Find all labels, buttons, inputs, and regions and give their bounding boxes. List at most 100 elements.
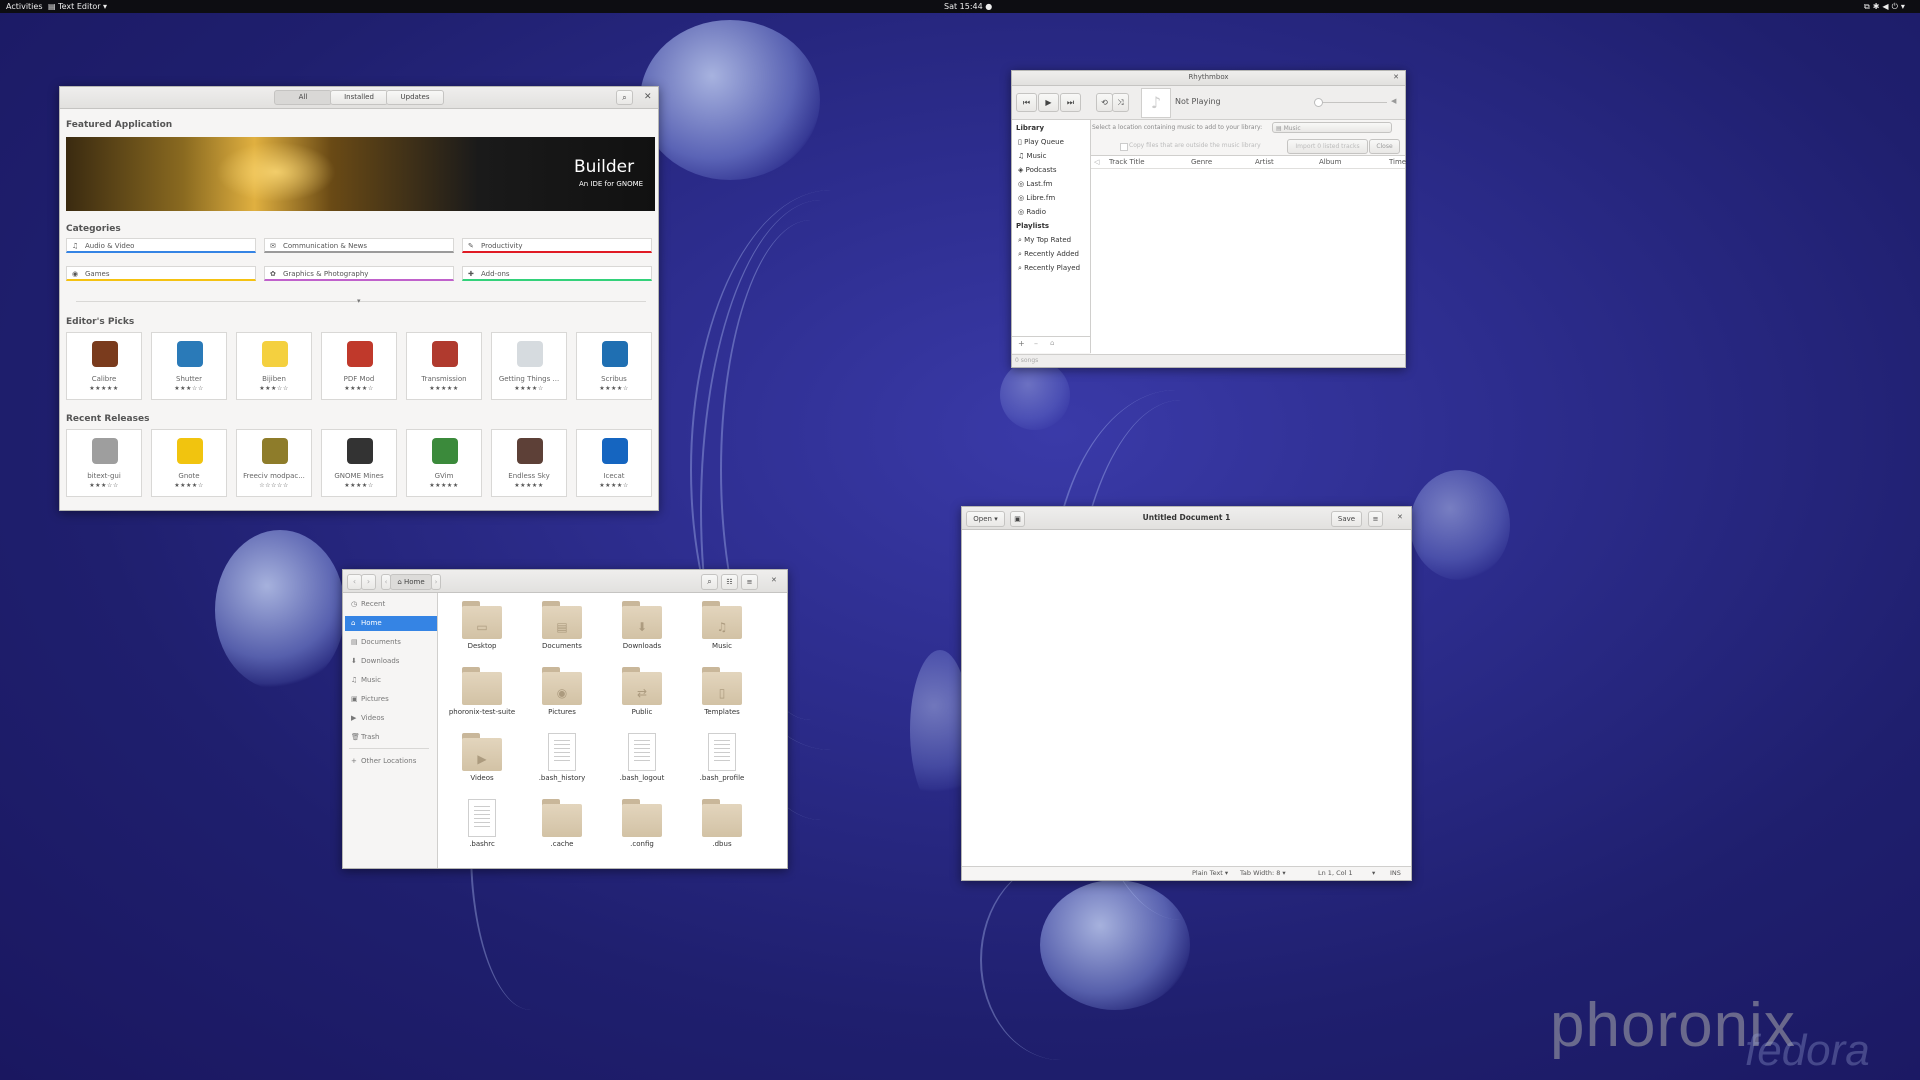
playlist-options-button[interactable]: ⌂ xyxy=(1050,339,1054,347)
previous-button[interactable]: ⏮ xyxy=(1016,93,1037,112)
file-item[interactable]: .config xyxy=(602,799,682,855)
close-import-button[interactable]: Close xyxy=(1369,139,1400,154)
position-chevron-icon[interactable]: ▾ xyxy=(1372,867,1375,880)
tab-installed[interactable]: Installed xyxy=(330,90,388,105)
file-item[interactable]: ◉ Pictures xyxy=(522,667,602,723)
category-4[interactable]: ◉ Games xyxy=(66,266,256,281)
file-item[interactable]: .bash_profile xyxy=(682,733,762,789)
file-item[interactable]: phoronix-test-suite xyxy=(442,667,522,723)
file-item[interactable]: .dbus xyxy=(682,799,762,855)
app-tile[interactable]: Calibre ★★★★★ xyxy=(66,332,142,400)
remove-playlist-button[interactable]: – xyxy=(1034,339,1038,348)
app-tile[interactable]: Gnote ★★★★☆ xyxy=(151,429,227,497)
playlist-item[interactable]: ⌕ Recently Added xyxy=(1018,250,1079,259)
sidebar-item-videos[interactable]: ▶ Videos xyxy=(345,711,437,726)
next-button[interactable]: ⏭ xyxy=(1060,93,1081,112)
seek-slider[interactable] xyxy=(1317,102,1387,103)
app-tile[interactable]: Shutter ★★★☆☆ xyxy=(151,332,227,400)
close-icon[interactable]: ✕ xyxy=(1393,73,1399,81)
library-item[interactable]: ◎ Radio xyxy=(1018,208,1046,216)
category-6[interactable]: ✚ Add-ons xyxy=(462,266,652,281)
category-1[interactable]: ♫ Audio & Video xyxy=(66,238,256,253)
library-item[interactable]: ◎ Libre.fm xyxy=(1018,194,1055,202)
cursor-position[interactable]: Ln 1, Col 1 xyxy=(1318,867,1353,880)
file-item[interactable]: .cache xyxy=(522,799,602,855)
column-track-title[interactable]: Track Title xyxy=(1109,156,1145,168)
app-tile[interactable]: Scribus ★★★★☆ xyxy=(576,332,652,400)
shuffle-button[interactable]: ⤨ xyxy=(1112,93,1129,112)
seek-handle[interactable] xyxy=(1314,98,1323,107)
category-3[interactable]: ✎ Productivity xyxy=(462,238,652,253)
tab-width-selector[interactable]: Tab Width: 8 ▾ xyxy=(1240,867,1286,880)
file-item[interactable]: ♫ Music xyxy=(682,601,762,657)
clock[interactable]: Sat 15:44 ● xyxy=(944,0,992,13)
volume-icon[interactable]: ◀ xyxy=(1391,97,1396,105)
library-item[interactable]: ◎ Last.fm xyxy=(1018,180,1052,188)
sidebar-item-downloads[interactable]: ⬇ Downloads xyxy=(345,654,437,669)
path-home-button[interactable]: ⌂ Home xyxy=(390,574,432,590)
activities-button[interactable]: Activities xyxy=(6,0,43,13)
search-button[interactable]: ⌕ xyxy=(616,90,633,105)
app-tile[interactable]: PDF Mod ★★★★☆ xyxy=(321,332,397,400)
app-tile[interactable]: Icecat ★★★★☆ xyxy=(576,429,652,497)
library-item[interactable]: ◈ Podcasts xyxy=(1018,166,1056,174)
app-menu[interactable]: ▤ Text Editor ▾ xyxy=(48,0,107,13)
app-tile[interactable]: bitext-gui ★★★☆☆ xyxy=(66,429,142,497)
library-item[interactable]: ▯ Play Queue xyxy=(1018,138,1064,146)
sidebar-item-home[interactable]: ⌂ Home xyxy=(345,616,437,631)
file-item[interactable]: ▭ Desktop xyxy=(442,601,522,657)
column-time[interactable]: Time xyxy=(1389,156,1406,168)
syntax-selector[interactable]: Plain Text ▾ xyxy=(1192,867,1228,880)
app-tile[interactable]: GNOME Mines ★★★★☆ xyxy=(321,429,397,497)
sidebar-item-pictures[interactable]: ▣ Pictures xyxy=(345,692,437,707)
file-item[interactable]: .bash_logout xyxy=(602,733,682,789)
app-tile[interactable]: Getting Things ... ★★★★☆ xyxy=(491,332,567,400)
playlist-item[interactable]: ⌕ My Top Rated xyxy=(1018,236,1071,245)
playlist-item[interactable]: ⌕ Recently Played xyxy=(1018,264,1080,273)
sidebar-item-documents[interactable]: ▤ Documents xyxy=(345,635,437,650)
save-button[interactable]: Save xyxy=(1331,511,1362,527)
menu-button[interactable]: ≡ xyxy=(741,574,758,590)
category-2[interactable]: ✉ Communication & News xyxy=(264,238,454,253)
app-tile[interactable]: Endless Sky ★★★★★ xyxy=(491,429,567,497)
path-right-button[interactable]: › xyxy=(431,574,441,590)
close-icon[interactable]: ✕ xyxy=(1397,513,1403,521)
app-tile[interactable]: Transmission ★★★★★ xyxy=(406,332,482,400)
app-tile[interactable]: GVim ★★★★★ xyxy=(406,429,482,497)
file-item[interactable]: ▶ Videos xyxy=(442,733,522,789)
sidebar-item-trash[interactable]: 🗑 Trash xyxy=(345,730,437,745)
close-icon[interactable]: ✕ xyxy=(644,92,652,102)
tab-all[interactable]: All xyxy=(274,90,332,105)
add-playlist-button[interactable]: + xyxy=(1018,339,1025,348)
library-item[interactable]: ♫ Music xyxy=(1018,152,1046,160)
repeat-button[interactable]: ⟲ xyxy=(1096,93,1113,112)
column-artist[interactable]: Artist xyxy=(1255,156,1274,168)
sidebar-item-recent[interactable]: ◷ Recent xyxy=(345,597,437,612)
copy-files-checkbox[interactable] xyxy=(1120,143,1128,151)
featured-banner[interactable]: Builder An IDE for GNOME xyxy=(66,137,655,211)
file-item[interactable]: .bash_history xyxy=(522,733,602,789)
import-button[interactable]: Import 0 listed tracks xyxy=(1287,139,1368,154)
sidebar-item-music[interactable]: ♫ Music xyxy=(345,673,437,688)
text-area[interactable] xyxy=(962,530,1411,866)
file-item[interactable]: ⇄ Public xyxy=(602,667,682,723)
play-button[interactable]: ▶ xyxy=(1038,93,1059,112)
expand-categories-icon[interactable]: ▾ xyxy=(357,297,361,305)
column-album[interactable]: Album xyxy=(1319,156,1341,168)
view-options-button[interactable]: ☷ xyxy=(721,574,738,590)
column-genre[interactable]: Genre xyxy=(1191,156,1212,168)
search-button[interactable]: ⌕ xyxy=(701,574,718,590)
sidebar-item-other-locations[interactable]: + Other Locations xyxy=(345,754,437,769)
file-item[interactable]: ⬇ Downloads xyxy=(602,601,682,657)
app-tile[interactable]: Freeciv modpac... ☆☆☆☆☆ xyxy=(236,429,312,497)
location-chooser[interactable]: ▤ Music xyxy=(1272,122,1392,133)
file-item[interactable]: ▯ Templates xyxy=(682,667,762,723)
system-menu[interactable]: ⧉✱◀⏻▾ xyxy=(1864,0,1908,13)
menu-button[interactable]: ≡ xyxy=(1368,511,1383,527)
forward-button[interactable]: › xyxy=(361,574,376,590)
file-item[interactable]: ▤ Documents xyxy=(522,601,602,657)
file-item[interactable]: .bashrc xyxy=(442,799,522,855)
category-5[interactable]: ✿ Graphics & Photography xyxy=(264,266,454,281)
app-tile[interactable]: Bijiben ★★★☆☆ xyxy=(236,332,312,400)
back-button[interactable]: ‹ xyxy=(347,574,362,590)
